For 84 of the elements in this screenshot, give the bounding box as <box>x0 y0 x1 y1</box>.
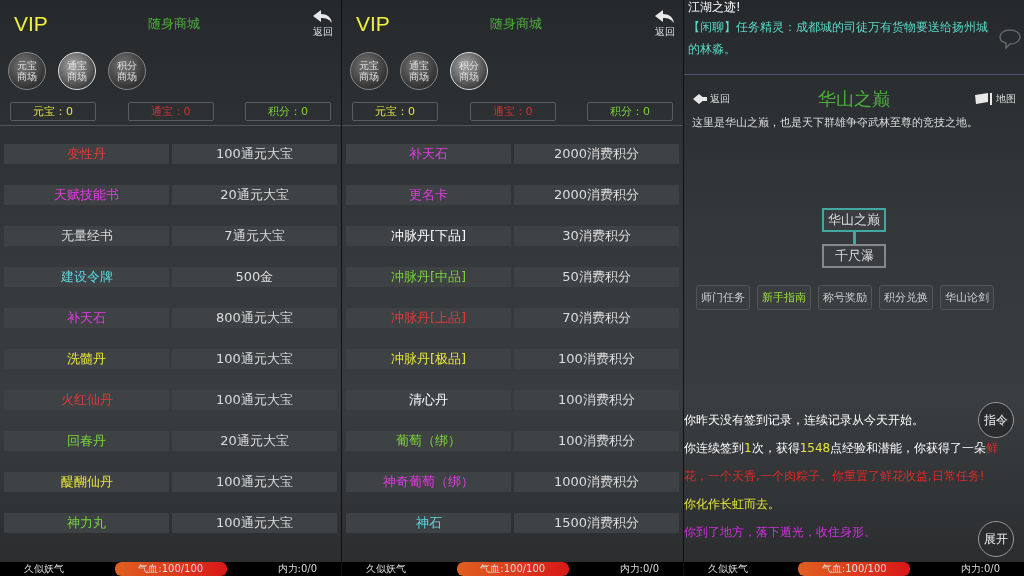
game-message: 你到了地方，落下遁光，收住身形。 <box>684 524 876 541</box>
back-arrow-icon <box>692 93 708 105</box>
vip-label: VIP <box>356 12 391 36</box>
item-name[interactable]: 冲脉丹[极品] <box>346 349 511 369</box>
item-name[interactable]: 回春丹 <box>4 431 169 451</box>
item-price: 7通元大宝 <box>172 226 337 246</box>
shop-tab[interactable]: 通宝商场 <box>400 52 438 90</box>
item-price: 50消费积分 <box>514 267 679 287</box>
back-arrow-icon <box>653 9 675 25</box>
back-button[interactable]: 返回 <box>615 9 675 39</box>
item-price: 100通元大宝 <box>172 144 337 164</box>
item-price: 30消费积分 <box>514 226 679 246</box>
chat-message: 【闲聊】任务精灵：成都城的司徒万有货物要送给扬州城的林淼。 <box>688 19 989 58</box>
currency-balance: 通宝：0 <box>127 102 214 121</box>
item-price: 800通元大宝 <box>172 308 337 328</box>
item-price: 1000消费积分 <box>514 472 679 492</box>
shop-tab[interactable]: 通宝商场 <box>58 52 96 90</box>
expand-button[interactable]: 展开 <box>978 521 1014 557</box>
item-name[interactable]: 清心丹 <box>346 390 511 410</box>
player-name: 久似妖气 <box>708 562 748 576</box>
currency-balance: 元宝：0 <box>10 102 96 121</box>
item-price: 2000消费积分 <box>514 185 679 205</box>
action-button[interactable]: 华山论剑 <box>940 285 994 310</box>
shop-tab[interactable]: 元宝商场 <box>8 52 46 90</box>
game-message: 你连续签到1次，获得1548点经验和潜能，你获得了一朵鲜花，一个天香,一个肉粽子。你重置了鲜花收益,日常任务! <box>684 440 1000 485</box>
action-button[interactable]: 称号奖励 <box>818 285 872 310</box>
item-price: 500金 <box>172 267 337 287</box>
map-node[interactable]: 千尺瀑 <box>822 244 886 268</box>
shop-title: 随身商城 <box>489 15 542 33</box>
item-name[interactable]: 洗髓丹 <box>4 349 169 369</box>
item-price: 1500消费积分 <box>514 513 679 533</box>
item-name[interactable]: 冲脉丹[下品] <box>346 226 511 246</box>
location-title: 华山之巅 <box>818 87 890 111</box>
action-button[interactable]: 积分兑换 <box>879 285 933 310</box>
item-name[interactable]: 冲脉丹[中品] <box>346 267 511 287</box>
location-description: 这里是华山之巅，也是天下群雄争夺武林至尊的竞技之地。 <box>692 115 979 130</box>
item-price: 70消费积分 <box>514 308 679 328</box>
chat-bubble-icon[interactable] <box>998 28 1022 50</box>
item-price: 100消费积分 <box>514 349 679 369</box>
back-button[interactable]: 返回 <box>273 9 333 39</box>
inner-power-text: 内力:0/0 <box>619 562 659 576</box>
currency-balance: 积分：0 <box>245 102 331 121</box>
action-button[interactable]: 新手指南 <box>757 285 811 310</box>
action-button[interactable]: 师门任务 <box>696 285 750 310</box>
game-message: 你昨天没有签到记录，连续记录从今天开始。 <box>684 412 924 429</box>
shop-tab[interactable]: 积分商场 <box>450 52 488 90</box>
item-name[interactable]: 神石 <box>346 513 511 533</box>
shop-tab[interactable]: 元宝商场 <box>350 52 388 90</box>
map-connector <box>852 232 856 244</box>
inner-power-text: 内力:0/0 <box>277 562 317 576</box>
item-name[interactable]: 葡萄（绑） <box>346 431 511 451</box>
item-price: 20通元大宝 <box>172 185 337 205</box>
health-text: 气血:100/100 <box>479 562 547 576</box>
item-price: 100通元大宝 <box>172 349 337 369</box>
shop-title: 随身商城 <box>147 15 200 33</box>
player-name: 久似妖气 <box>24 562 64 576</box>
item-name[interactable]: 无量经书 <box>4 226 169 246</box>
back-button[interactable]: 返回 <box>692 92 752 106</box>
back-arrow-icon <box>311 9 333 25</box>
currency-balance: 元宝：0 <box>352 102 438 121</box>
vip-label: VIP <box>14 12 49 36</box>
shop-tab[interactable]: 积分商场 <box>108 52 146 90</box>
item-price: 100通元大宝 <box>172 513 337 533</box>
item-name[interactable]: 神力丸 <box>4 513 169 533</box>
command-button[interactable]: 指令 <box>978 402 1014 438</box>
flag-icon <box>974 92 994 106</box>
map-button[interactable]: 地图 <box>956 92 1016 106</box>
item-price: 100通元大宝 <box>172 390 337 410</box>
currency-balance: 积分：0 <box>587 102 673 121</box>
chat-message: 江湖之迹! <box>688 0 742 14</box>
game-message: 你化作长虹而去。 <box>684 496 780 513</box>
item-name[interactable]: 醍醐仙丹 <box>4 472 169 492</box>
map-node[interactable]: 华山之巅 <box>822 208 886 232</box>
player-name: 久似妖气 <box>366 562 406 576</box>
inner-power-text: 内力:0/0 <box>960 562 1000 576</box>
item-price: 100通元大宝 <box>172 472 337 492</box>
health-text: 气血:100/100 <box>137 562 205 576</box>
item-price: 20通元大宝 <box>172 431 337 451</box>
item-price: 100消费积分 <box>514 431 679 451</box>
item-name[interactable]: 建设令牌 <box>4 267 169 287</box>
currency-balance: 通宝：0 <box>469 102 556 121</box>
item-price: 2000消费积分 <box>514 144 679 164</box>
health-text: 气血:100/100 <box>820 562 888 576</box>
item-price: 100消费积分 <box>514 390 679 410</box>
